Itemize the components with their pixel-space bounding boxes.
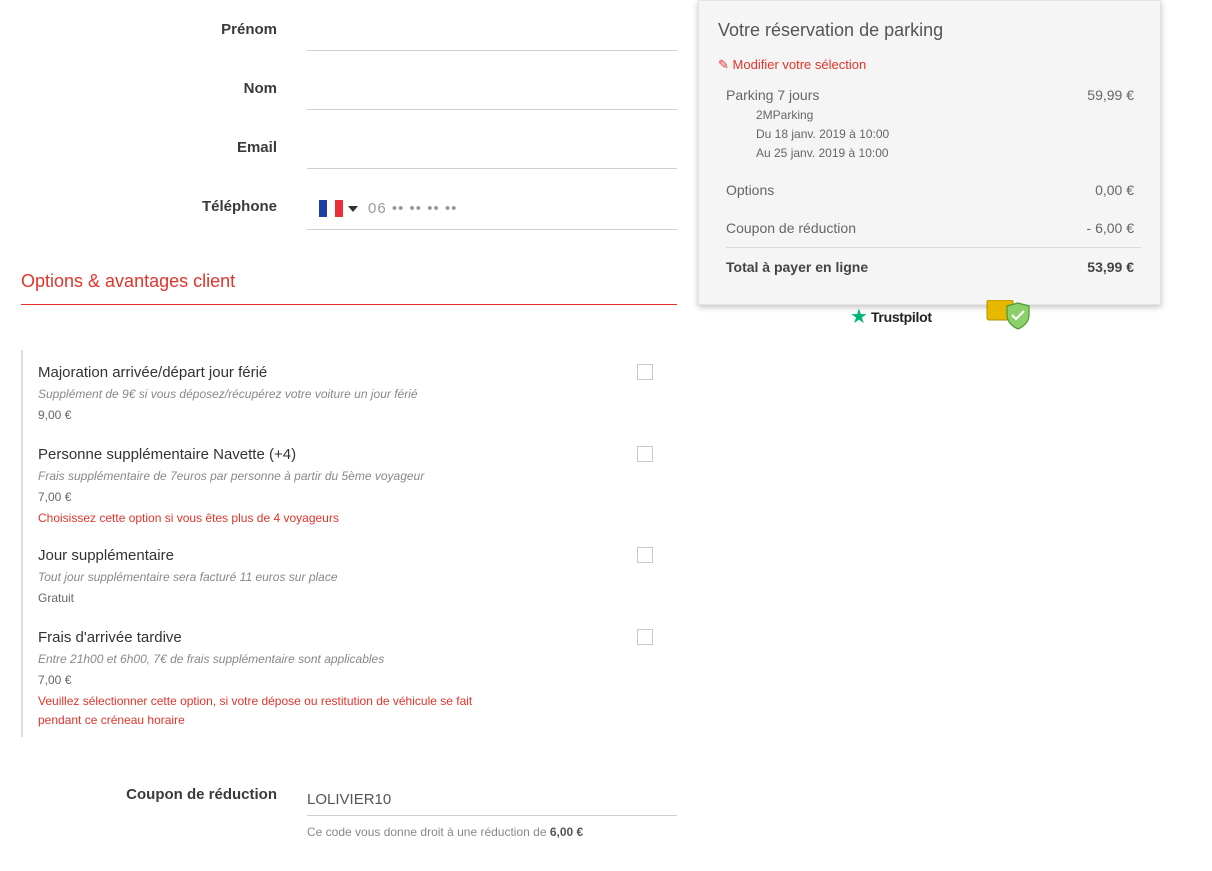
coupon-summary-label: Coupon de réduction <box>726 220 856 236</box>
fr-flag-icon[interactable] <box>319 200 343 217</box>
reservation-summary-card: Votre réservation de parking ✎ Modifier … <box>698 0 1161 305</box>
option-title: Majoration arrivée/départ jour férié <box>38 364 268 381</box>
star-icon: ★ <box>850 306 868 328</box>
parking-label: Parking 7 jours <box>726 87 820 103</box>
option-item-extra-day: Jour supplémentaire Tout jour supplément… <box>38 546 498 607</box>
option-checkbox-extra-day[interactable] <box>637 547 653 563</box>
option-note: Choisissez cette option si vous êtes plu… <box>38 511 339 525</box>
option-note: Veuillez sélectionner cette option, si v… <box>38 694 473 727</box>
trustpilot-badge[interactable]: ★ Trustpilot <box>850 307 932 327</box>
option-item-extra-person: Personne supplémentaire Navette (+4) Fra… <box>38 445 498 528</box>
pencil-icon: ✎ <box>718 57 729 72</box>
total-label: Total à payer en ligne <box>726 259 869 275</box>
phone-input[interactable] <box>368 196 668 220</box>
option-checkbox-late-arrival[interactable] <box>637 629 653 645</box>
summary-title: Votre réservation de parking <box>718 20 944 40</box>
option-item-late-arrival: Frais d'arrivée tardive Entre 21h00 et 6… <box>38 628 498 730</box>
coupon-row: Coupon de réduction - 6,00 € <box>726 220 1134 236</box>
phone-field <box>307 188 677 230</box>
date-to: Au 25 janv. 2019 à 10:00 <box>756 146 889 160</box>
options-section-title: Options & avantages client <box>21 271 236 291</box>
email-label: Email <box>236 139 277 156</box>
options-label: Options <box>726 182 775 198</box>
parking-amount: 59,99 € <box>1087 87 1134 103</box>
option-description: Frais supplémentaire de 7euros par perso… <box>38 469 425 483</box>
nom-input[interactable] <box>307 81 677 110</box>
coupon-note-amount: 6,00 € <box>549 825 584 839</box>
coupon-note: Ce code vous donne droit à une réduction… <box>307 825 583 839</box>
options-amount: 0,00 € <box>1095 182 1134 198</box>
date-from: Du 18 janv. 2019 à 10:00 <box>756 127 890 141</box>
prenom-input[interactable] <box>307 22 677 51</box>
coupon-input[interactable] <box>307 783 677 816</box>
modify-selection-link[interactable]: ✎ Modifier votre sélection <box>718 57 866 73</box>
shield-check-icon <box>986 300 1030 330</box>
modify-selection-label: Modifier votre sélection <box>732 57 867 72</box>
summary-divider <box>726 247 1141 248</box>
parking-row: Parking 7 jours 59,99 € <box>726 87 1134 103</box>
option-checkbox-holiday[interactable] <box>637 364 653 380</box>
chevron-down-icon[interactable] <box>348 206 358 212</box>
option-title: Personne supplémentaire Navette (+4) <box>38 446 297 463</box>
total-row: Total à payer en ligne 53,99 € <box>726 259 1134 275</box>
telephone-label: Téléphone <box>201 198 277 215</box>
options-row: Options 0,00 € <box>726 182 1134 198</box>
option-description: Entre 21h00 et 6h00, 7€ de frais supplém… <box>38 652 385 666</box>
coupon-summary-amount: - 6,00 € <box>1086 220 1134 236</box>
nom-label: Nom <box>243 80 277 97</box>
provider-name: 2MParking <box>756 108 814 122</box>
email-input[interactable] <box>307 140 677 169</box>
option-checkbox-extra-person[interactable] <box>637 446 653 462</box>
option-description: Tout jour supplémentaire sera facturé 11… <box>38 570 338 584</box>
section-divider <box>21 304 677 305</box>
option-price: 7,00 € <box>38 673 72 687</box>
coupon-label: Coupon de réduction <box>126 786 277 803</box>
option-item-holiday: Majoration arrivée/départ jour férié Sup… <box>38 363 498 424</box>
option-price: Gratuit <box>38 591 75 605</box>
option-price: 9,00 € <box>38 408 72 422</box>
trustpilot-label: Trustpilot <box>870 309 932 325</box>
option-title: Frais d'arrivée tardive <box>38 629 182 646</box>
option-description: Supplément de 9€ si vous déposez/récupér… <box>38 387 418 401</box>
coupon-note-text: Ce code vous donne droit à une réduction… <box>307 825 547 839</box>
option-title: Jour supplémentaire <box>38 547 174 564</box>
options-left-border <box>21 350 23 737</box>
total-amount: 53,99 € <box>1087 259 1134 275</box>
prenom-label: Prénom <box>221 21 277 38</box>
option-price: 7,00 € <box>38 490 72 504</box>
